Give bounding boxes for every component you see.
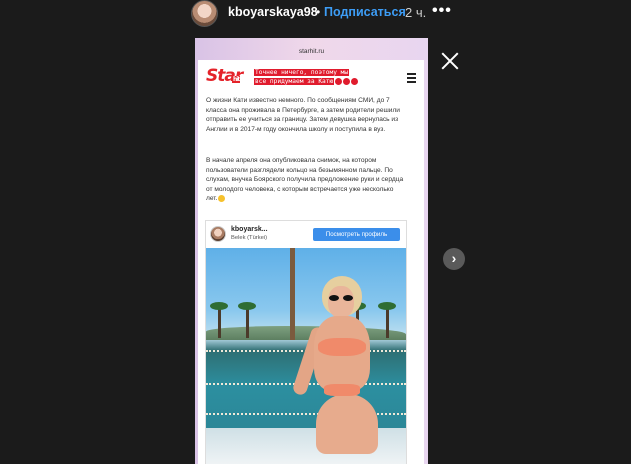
emoji-icon — [218, 195, 226, 203]
time-ago: 2 ч. — [405, 5, 427, 20]
follow-button[interactable]: Подписаться — [324, 5, 406, 19]
embed-username[interactable]: kboyarsk... — [231, 226, 268, 233]
emoji-icon — [351, 77, 359, 85]
article-paragraph-1: О жизни Кати известно немного. По сообще… — [206, 97, 400, 133]
embed-photo — [206, 248, 406, 464]
photo-palm — [210, 302, 228, 338]
avatar[interactable] — [191, 0, 218, 27]
article-paragraph-2: В начале апреля она опубликовала снимок,… — [206, 156, 406, 204]
username[interactable]: kboyarskaya98 — [228, 5, 318, 19]
article-screenshot: Star hit Точнее ничего, поэтому мы все п… — [198, 60, 424, 464]
highlight-line-2: все придумаем за Катю — [254, 78, 335, 85]
embed-avatar[interactable] — [210, 226, 226, 242]
highlight-line-1: Точнее ничего, поэтому мы — [254, 69, 350, 76]
highlight-caption: Точнее ничего, поэтому мы все придумаем … — [254, 68, 369, 86]
next-arrow-icon[interactable]: › — [443, 248, 465, 270]
story-frame[interactable]: starhit.ru Star hit Точнее ничего, поэто… — [195, 38, 428, 464]
article-paragraph-2-text: В начале апреля она опубликовала снимок,… — [206, 157, 404, 203]
emoji-icon — [343, 77, 351, 85]
photo-palm — [378, 302, 396, 338]
emoji-icon — [335, 77, 343, 85]
starhit-logo: Star hit — [206, 66, 243, 86]
close-icon[interactable] — [441, 52, 459, 70]
source-url: starhit.ru — [298, 48, 325, 55]
photo-palm — [238, 302, 256, 338]
instagram-embed: kboyarsk... Belek (Türkei) Посмотреть пр… — [205, 220, 407, 464]
logo-sub: hit — [232, 76, 240, 83]
photo-person — [291, 276, 382, 464]
more-icon[interactable]: ••• — [432, 2, 452, 20]
separator-dot: • — [316, 5, 321, 19]
photo-mast — [290, 248, 295, 340]
embed-location: Belek (Türkei) — [231, 235, 268, 241]
menu-icon[interactable] — [407, 73, 416, 85]
story-viewer: kboyarskaya98 • Подписаться 2 ч. ••• › s… — [0, 0, 631, 464]
view-profile-button[interactable]: Посмотреть профиль — [313, 228, 400, 241]
story-header: kboyarskaya98 • Подписаться 2 ч. ••• — [0, 0, 631, 30]
